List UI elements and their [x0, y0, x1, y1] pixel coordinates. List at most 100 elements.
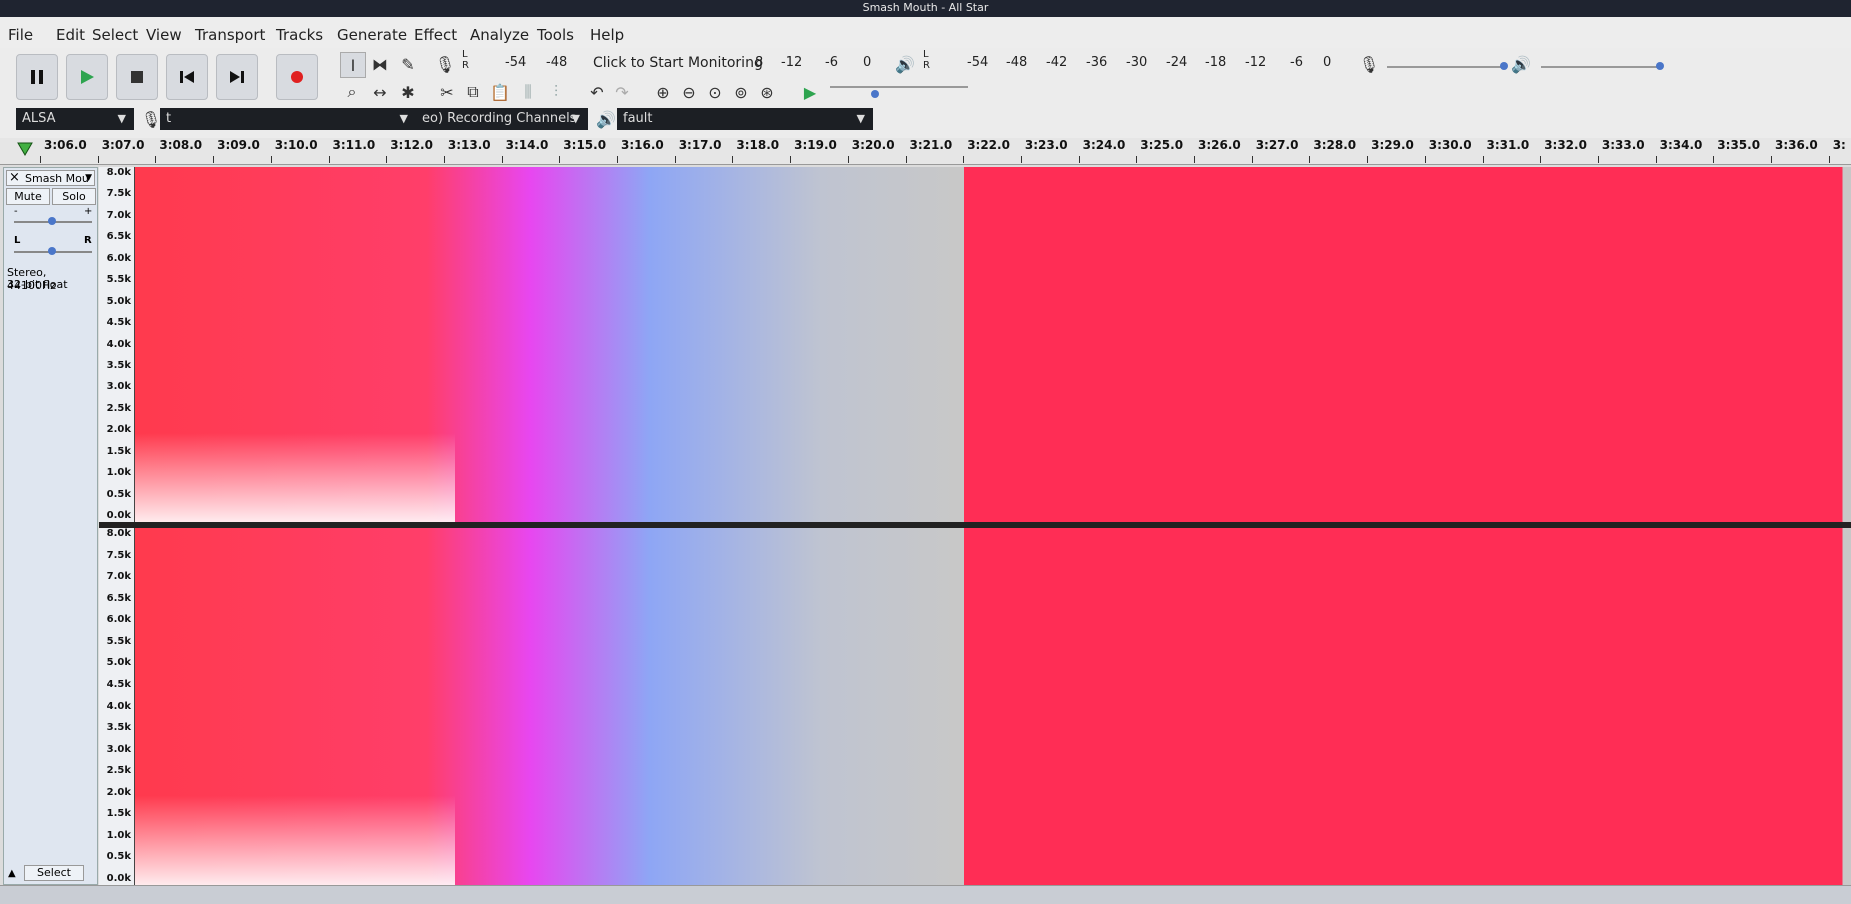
silence-button[interactable]: ⫶ [544, 80, 568, 104]
audio-host-value: ALSA [22, 111, 56, 126]
timeline-tick-mark [1367, 156, 1369, 163]
record-meter-button[interactable]: 🎙 [433, 52, 457, 76]
microphone-icon: 🎙 [434, 54, 456, 74]
menu-generate[interactable]: Generate [337, 26, 407, 44]
fit-selection-button[interactable]: ⊙ [703, 80, 727, 104]
timeline-tick-label: 3:17.0 [678, 138, 722, 152]
multi-tool-button[interactable]: ✱ [396, 80, 420, 104]
freq-label: 8.0k [106, 528, 131, 539]
freq-label: 4.0k [106, 700, 131, 712]
zoom-toggle-button[interactable]: ⊛ [755, 80, 779, 104]
timeline-tick-mark [443, 156, 445, 163]
audio-host-select[interactable]: ALSA ▼ [16, 108, 134, 130]
menu-transport[interactable]: Transport [195, 26, 265, 44]
track-bit-depth: 32-bit float [7, 278, 68, 291]
play-head-icon[interactable] [16, 141, 34, 157]
chevron-down-icon[interactable]: ▼ [85, 173, 92, 183]
skip-start-button[interactable] [166, 54, 208, 100]
chevron-down-icon: ▼ [117, 112, 126, 125]
timeline-tick-mark [1309, 156, 1311, 163]
freq-axis-bottom: 8.0k 7.5k 7.0k 6.5k 6.0k 5.5k 5.0k 4.5k 4.0k 3.5k… [99, 528, 135, 885]
play-button[interactable] [66, 54, 108, 100]
start-monitoring-hint[interactable]: Click to Start Monitoring [593, 55, 763, 71]
draw-tool-button[interactable]: ✎ [396, 52, 420, 76]
gain-minus-label: - [14, 206, 18, 217]
menu-analyze[interactable]: Analyze [470, 26, 529, 44]
timeline-tick-mark [963, 156, 965, 163]
freq-label: 2.5k [106, 765, 131, 777]
menu-effect[interactable]: Effect [414, 26, 457, 44]
timeline-tick-mark [617, 156, 618, 163]
close-icon[interactable]: × [9, 170, 20, 185]
select-track-button[interactable]: Select [24, 865, 84, 881]
track-title-bar[interactable]: × Smash Mou ▼ [6, 170, 95, 186]
stop-button[interactable] [116, 54, 158, 100]
timeline-tick-label: 3:27.0 [1255, 138, 1299, 152]
menu-select[interactable]: Select [92, 26, 138, 44]
pan-slider-thumb[interactable] [48, 247, 56, 255]
playback-volume-icon-wrap: 🔊 [1509, 52, 1533, 76]
pause-button[interactable] [16, 54, 58, 100]
playback-meter-tick: -12 [1245, 55, 1267, 70]
zoom-out-button[interactable]: ⊖ [677, 80, 701, 104]
menu-file[interactable]: File [8, 26, 33, 44]
menu-view[interactable]: View [146, 26, 182, 44]
skip-end-button[interactable] [216, 54, 258, 100]
freq-label: 1.0k [106, 467, 131, 479]
playback-meter-tick: -42 [1046, 55, 1068, 70]
copy-button[interactable]: ⧉ [461, 80, 485, 104]
trim-icon: ⫼ [524, 82, 532, 101]
fit-project-button[interactable]: ⊚ [729, 80, 753, 104]
recording-device-select[interactable]: t ▼ [160, 108, 416, 130]
paste-button[interactable]: 📋 [488, 80, 512, 104]
timeline-tick-mark [790, 156, 792, 163]
timeline-tick-label: 3:19.0 [794, 138, 837, 152]
zoom-tool-button[interactable]: ⌕ [340, 80, 364, 104]
recording-volume-slider[interactable] [1387, 66, 1507, 68]
stop-icon [131, 71, 143, 83]
freq-label: 3.5k [106, 722, 131, 734]
redo-button[interactable]: ↷ [610, 80, 634, 104]
menu-tracks[interactable]: Tracks [276, 26, 323, 44]
playback-device-select[interactable]: fault ▼ [617, 108, 873, 130]
timeline-tick-label: 3:36.0 [1775, 138, 1818, 152]
track-name[interactable]: Smash Mou [25, 172, 89, 185]
timeline-tick-label: 3:07.0 [101, 138, 145, 152]
scissors-icon: ✂ [440, 82, 454, 102]
playback-meter-button[interactable]: 🔊 [893, 52, 917, 76]
trim-button[interactable]: ⫼ [516, 80, 540, 104]
play-speed-slider[interactable] [830, 86, 968, 88]
timeline-tick-mark [1424, 156, 1426, 163]
spectrogram-left-channel[interactable] [135, 167, 1851, 522]
playback-volume-slider[interactable] [1541, 66, 1661, 68]
gain-slider-thumb[interactable] [48, 217, 56, 225]
envelope-tool-button[interactable]: ⧓ [368, 52, 392, 76]
spectrogram-right-svg [135, 528, 1851, 885]
playback-meter-tick: -54 [967, 55, 989, 70]
undo-button[interactable]: ↶ [585, 80, 609, 104]
menu-edit[interactable]: Edit [56, 26, 85, 44]
spectrogram-right-channel[interactable] [135, 528, 1851, 885]
selection-tool-button[interactable]: I [340, 52, 366, 78]
recording-channels-select[interactable]: eo) Recording Channels ▼ [416, 108, 588, 130]
playback-volume-thumb[interactable] [1656, 62, 1664, 70]
freq-label: 4.5k [106, 678, 131, 690]
mute-button[interactable]: Mute [6, 188, 50, 205]
solo-button[interactable]: Solo [52, 188, 96, 205]
collapse-icon[interactable]: ▲ [8, 868, 16, 879]
zoom-in-button[interactable]: ⊕ [651, 80, 675, 104]
menu-help[interactable]: Help [590, 26, 624, 44]
freq-label: 3.5k [106, 359, 131, 371]
menu-tools[interactable]: Tools [537, 26, 574, 44]
cut-button[interactable]: ✂ [435, 80, 459, 104]
play-at-speed-button[interactable]: ▶ [798, 80, 822, 104]
timeline-tick-mark [1078, 156, 1080, 163]
timeline-tick-mark [1713, 156, 1715, 163]
record-button[interactable] [276, 54, 318, 100]
freq-label: 7.0k [106, 571, 131, 583]
timeline-tick-label: 3:13.0 [447, 138, 491, 152]
recording-volume-thumb[interactable] [1500, 62, 1508, 70]
play-speed-thumb[interactable] [871, 90, 879, 98]
timeshift-tool-button[interactable]: ↔ [368, 80, 392, 104]
timeline-tick-mark [386, 156, 388, 163]
